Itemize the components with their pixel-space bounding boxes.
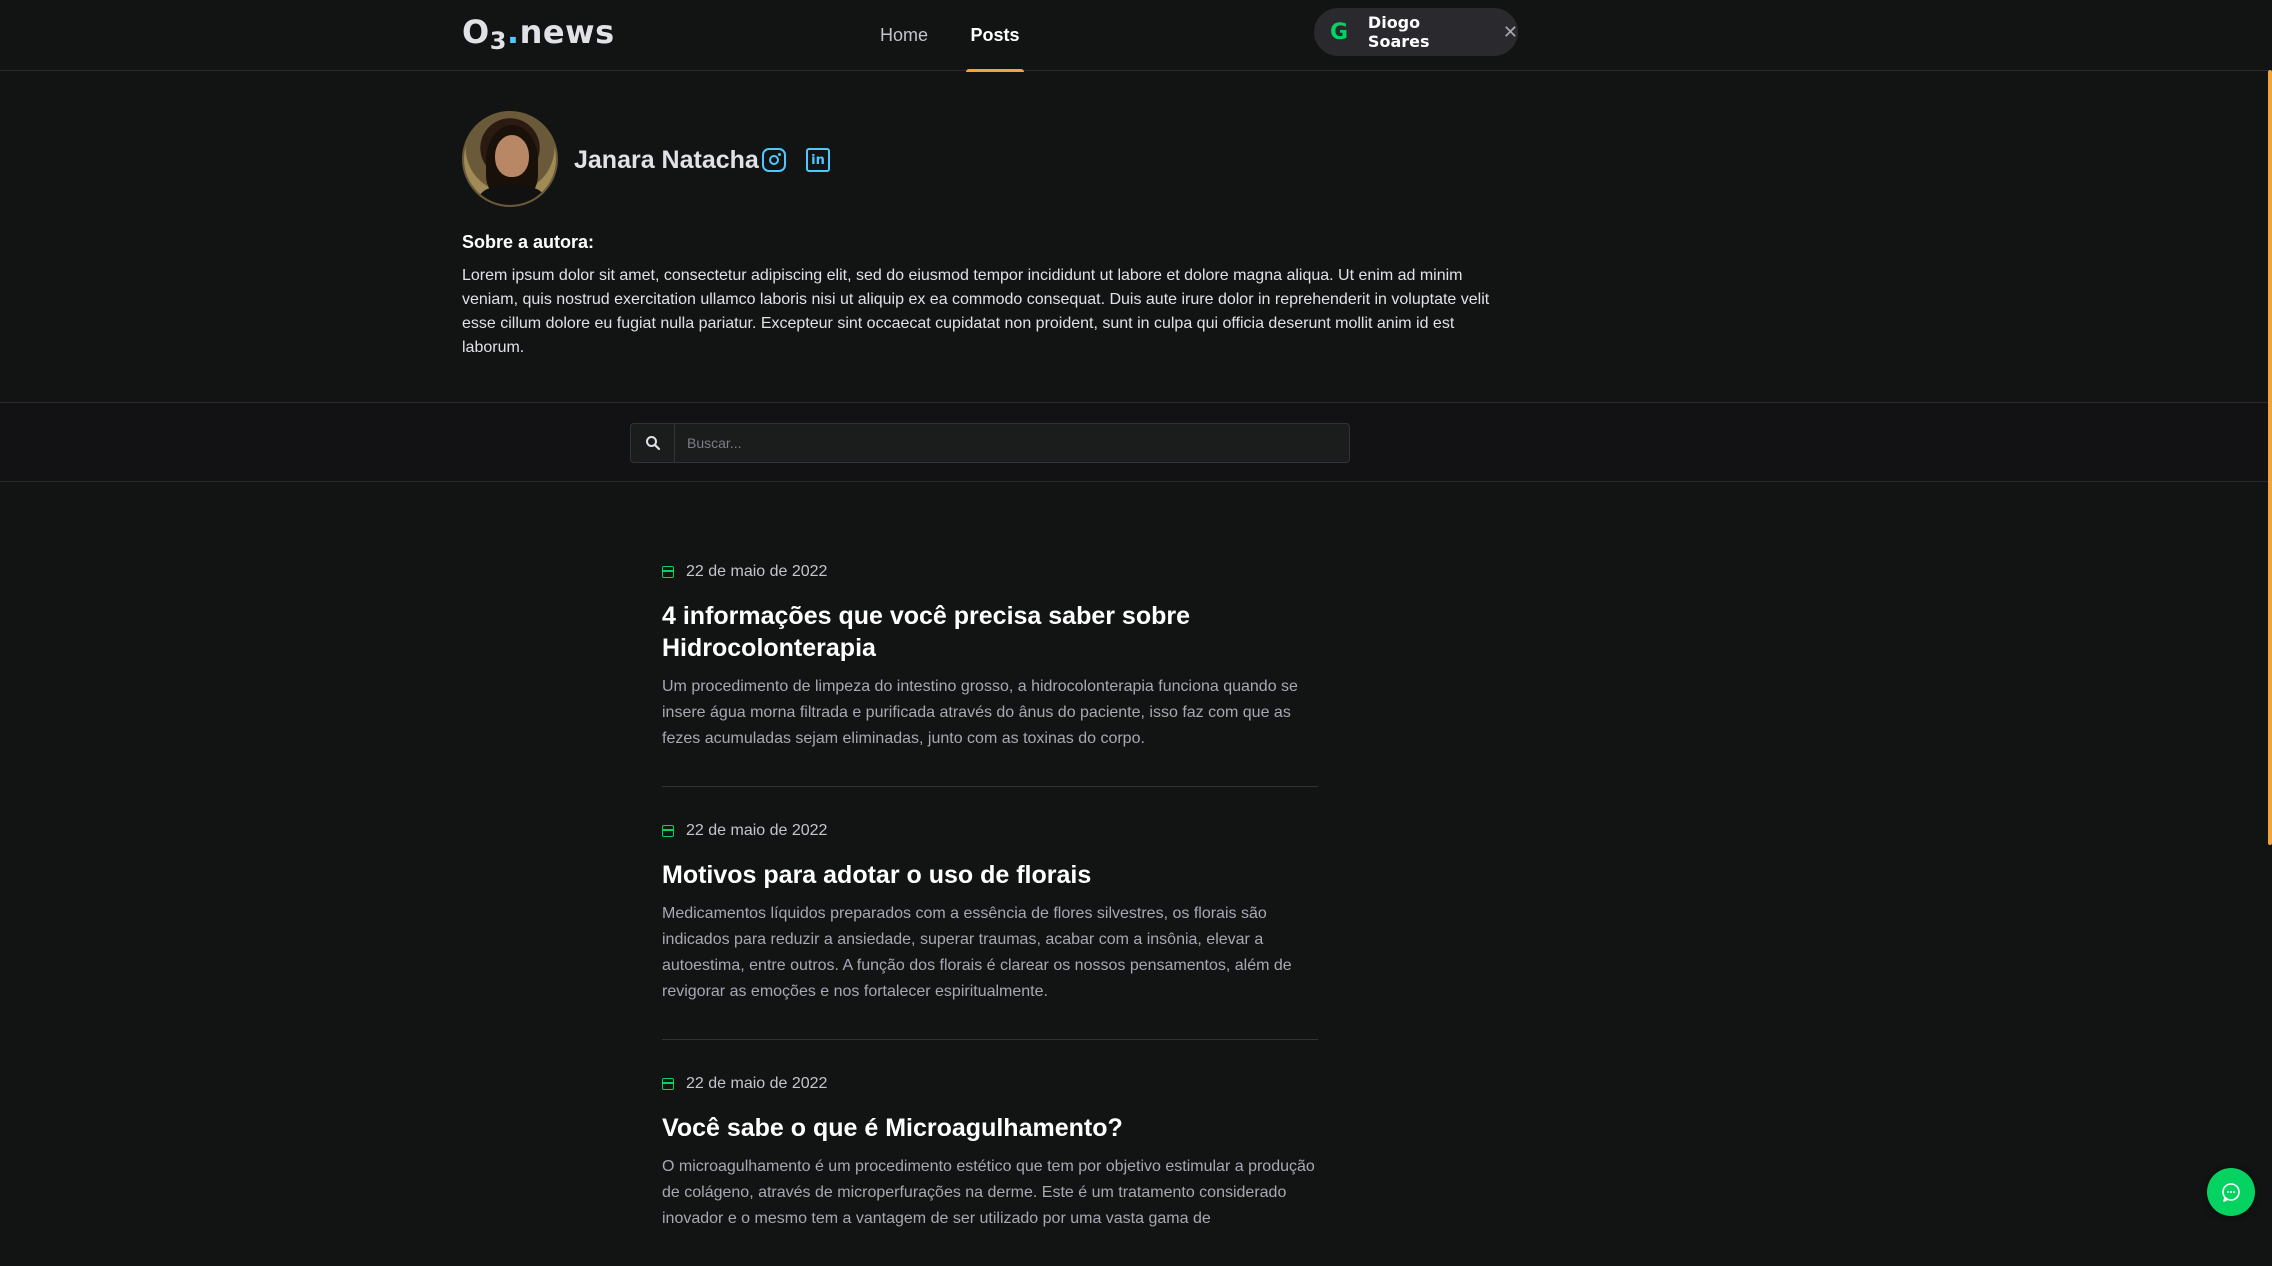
post-date: 22 de maio de 2022 bbox=[662, 562, 1318, 582]
search-icon[interactable] bbox=[631, 424, 675, 462]
post-title[interactable]: Você sabe o que é Microagulhamento? bbox=[662, 1112, 1318, 1144]
posts-list: 22 de maio de 2022 4 informações que voc… bbox=[662, 482, 1318, 1266]
chat-button[interactable] bbox=[2207, 1168, 2255, 1216]
logo[interactable]: O3.news bbox=[462, 10, 615, 55]
close-icon[interactable]: ✕ bbox=[1503, 22, 1518, 43]
post-date-text: 22 de maio de 2022 bbox=[686, 822, 828, 839]
post-excerpt: Medicamentos líquidos preparados com a e… bbox=[662, 905, 1292, 1000]
search-input[interactable] bbox=[675, 424, 1349, 462]
post-date: 22 de maio de 2022 bbox=[662, 1074, 1318, 1094]
nav-home-link[interactable]: Home bbox=[860, 0, 948, 71]
logo-text: news bbox=[519, 13, 615, 51]
calendar-icon bbox=[662, 566, 674, 578]
logo-dot: . bbox=[506, 13, 520, 51]
instagram-icon[interactable] bbox=[762, 148, 786, 172]
linkedin-icon[interactable]: in bbox=[806, 148, 830, 172]
post-date: 22 de maio de 2022 bbox=[662, 821, 1318, 841]
user-name: Diogo Soares bbox=[1367, 13, 1430, 51]
logo-subscript: 3 bbox=[489, 27, 507, 55]
top-header: O3.news Home Posts G Diogo Soares ✕ bbox=[0, 0, 2272, 72]
google-icon: G bbox=[1330, 19, 1349, 45]
chat-icon bbox=[2222, 1183, 2240, 1202]
post-item[interactable]: 22 de maio de 2022 Motivos para adotar o… bbox=[662, 787, 1318, 1040]
main-nav: Home Posts bbox=[860, 0, 1024, 72]
post-date-text: 22 de maio de 2022 bbox=[686, 1075, 828, 1092]
calendar-icon bbox=[662, 1078, 674, 1090]
post-title[interactable]: Motivos para adotar o uso de florais bbox=[662, 859, 1318, 891]
post-title[interactable]: 4 informações que você precisa saber sob… bbox=[662, 600, 1318, 664]
scrollbar-thumb[interactable] bbox=[2268, 70, 2272, 845]
search-band bbox=[0, 404, 2272, 482]
post-item[interactable]: 22 de maio de 2022 4 informações que voc… bbox=[662, 482, 1318, 787]
author-section: Janara Natacha in Sobre a autora: Lorem … bbox=[0, 72, 2272, 403]
post-excerpt: Um procedimento de limpeza do intestino … bbox=[662, 678, 1298, 747]
author-avatar bbox=[462, 111, 558, 207]
calendar-icon bbox=[662, 825, 674, 837]
search-box bbox=[630, 423, 1350, 463]
author-name: Janara Natacha bbox=[574, 146, 759, 174]
post-date-text: 22 de maio de 2022 bbox=[686, 563, 828, 580]
post-item[interactable]: 22 de maio de 2022 Você sabe o que é Mic… bbox=[662, 1040, 1318, 1266]
about-text: Lorem ipsum dolor sit amet, consectetur … bbox=[462, 267, 1490, 356]
about-title: Sobre a autora: bbox=[462, 232, 595, 252]
nav-posts-link[interactable]: Posts bbox=[966, 0, 1024, 72]
post-excerpt: O microagulhamento é um procedimento est… bbox=[662, 1158, 1315, 1227]
user-session-pill[interactable]: G Diogo Soares ✕ bbox=[1314, 8, 1518, 56]
logo-letter: O bbox=[462, 13, 490, 51]
